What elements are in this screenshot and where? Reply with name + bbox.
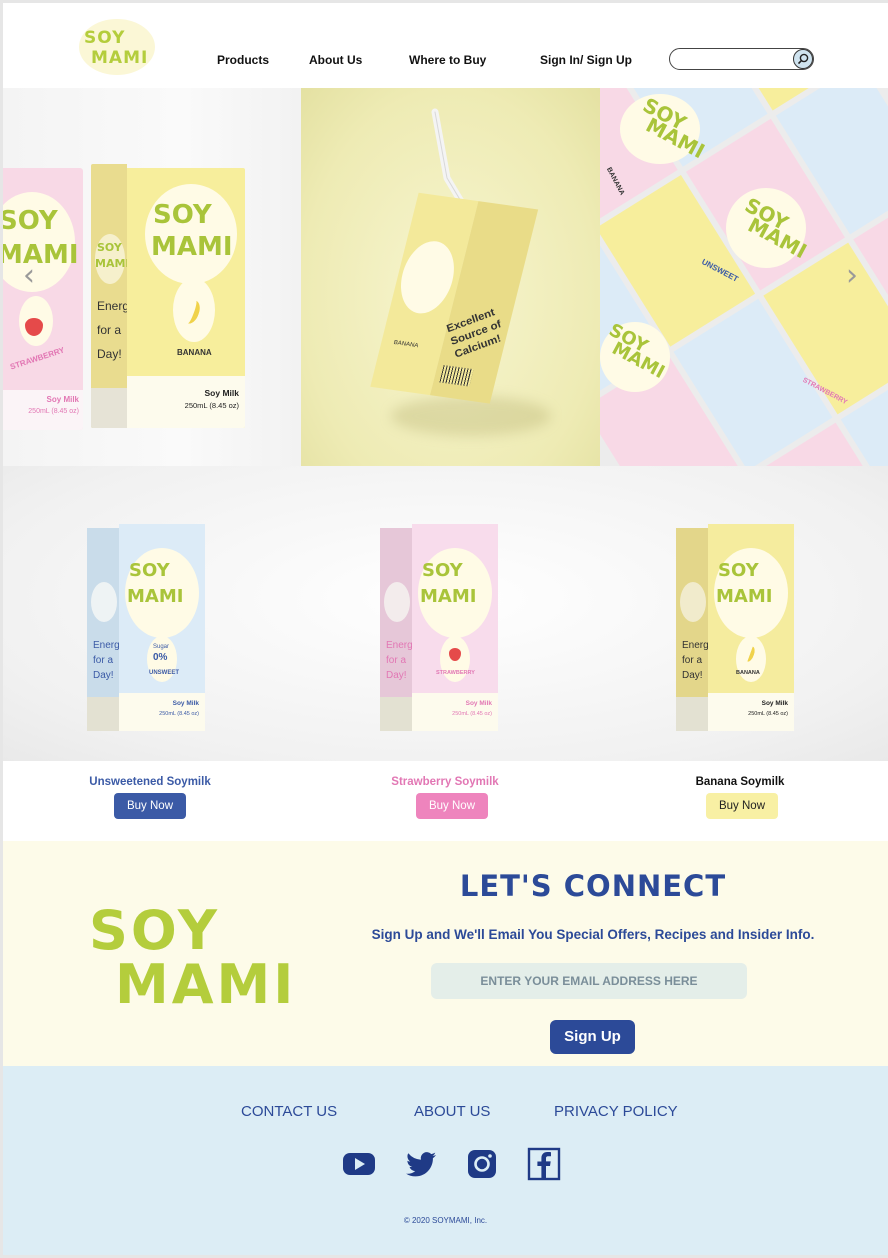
carousel-next-button[interactable]: › [846,258,858,293]
banana-flavor-label: BANANA [177,348,212,357]
size-label: 250mL (8.45 oz) [159,711,199,717]
soy-milk-label: Soy Milk [172,700,199,707]
product-name-unsweetened[interactable]: Unsweetened Soymilk [50,776,250,788]
footer-contact-us-link[interactable]: CONTACT US [241,1103,337,1120]
header: SOY MAMI Products About Us Where to Buy … [3,3,888,88]
nav-products[interactable]: Products [217,53,269,67]
soy-milk-label: Soy Milk [465,700,492,707]
size-label: 250mL (8.45 oz) [452,711,492,717]
products-section: Energy for a Day! SOY MAMI Sugar 0% UNSW… [3,466,888,761]
footer: CONTACT US ABOUT US PRIVACY POLICY © 202… [3,1066,888,1255]
strawberry-size-label: 250mL (8.45 oz) [28,408,79,415]
sugar-label: Sugar [153,644,170,650]
banana-side-tagline: Energy for a Day! [97,299,127,361]
connect-section: SOY MAMI LET'S CONNECT Sign Up and We'll… [3,841,888,1066]
email-input[interactable] [431,963,747,999]
buy-now-unsweetened-button[interactable]: Buy Now [114,793,186,819]
sugar-percent: 0% [153,652,168,663]
banana-size-label: 250mL (8.45 oz) [184,401,239,410]
soy-milk-label: Soy Milk [761,700,788,707]
carousel-prev-button[interactable]: ‹ [23,258,35,293]
nav-where-to-buy[interactable]: Where to Buy [409,53,486,67]
search-input[interactable] [678,52,790,66]
buy-now-strawberry-button[interactable]: Buy Now [416,793,488,819]
youtube-icon[interactable] [341,1146,377,1182]
logo-line-1: SOY [84,28,126,48]
banana-soy-milk-label: Soy Milk [204,388,239,398]
logo-large-line-2: MAMI [115,953,297,1016]
banana-carton: SOY MAMI BANANA Soy Milk 250mL (8.45 oz) [127,168,245,428]
size-label: 250mL (8.45 oz) [748,711,788,717]
product-tagline: Energy for a Day! [93,640,125,681]
flavor-label: STRAWBERRY [436,670,475,676]
strawberry-soy-milk-label: Soy Milk [46,395,79,404]
straw-carton: SOY MAMI Excellent Source of Calcium! BA… [368,192,539,414]
product-image-banana[interactable]: Energy for a Day! SOY MAMI BANANA Soy Mi… [676,524,794,731]
product-image-unsweetened[interactable]: Energy for a Day! SOY MAMI Sugar 0% UNSW… [87,524,205,731]
buy-now-banana-button[interactable]: Buy Now [706,793,778,819]
logo[interactable]: SOY MAMI [79,19,155,75]
strawberry-flavor-label: STRAWBERRY [8,345,66,372]
connect-subtitle: Sign Up and We'll Email You Special Offe… [371,927,815,942]
product-tagline: Energy for a Day! [682,640,714,681]
hero-slide-cartons: SOY MAMI STRAWBERRY Soy Milk 250mL (8.45… [3,88,301,466]
product-image-strawberry[interactable]: Energy for a Day! SOY MAMI STRAWBERRY So… [380,524,498,731]
nav-sign-in[interactable]: Sign In/ Sign Up [540,53,632,67]
search-box [669,48,814,70]
copyright-text: © 2020 SOYMAMI, Inc. [403,1216,488,1225]
search-button[interactable] [793,49,813,69]
footer-about-us-link[interactable]: ABOUT US [414,1103,490,1120]
banana-carton-side: SOY MAMI Energy for a Day! [91,164,127,428]
footer-privacy-policy-link[interactable]: PRIVACY POLICY [554,1103,678,1120]
product-name-strawberry[interactable]: Strawberry Soymilk [345,776,545,788]
hero-slide-straw: SOY MAMI Excellent Source of Calcium! BA… [301,88,600,466]
product-name-banana[interactable]: Banana Soymilk [640,776,840,788]
nav-about-us[interactable]: About Us [309,53,362,67]
sign-up-button[interactable]: Sign Up [550,1020,635,1054]
search-icon [797,53,809,65]
twitter-icon[interactable] [403,1146,439,1182]
connect-title: LET'S CONNECT [459,869,727,903]
strawberry-carton: SOY MAMI STRAWBERRY Soy Milk 250mL (8.45… [3,168,83,430]
hero-slide-pattern: SOY MAMI SOY MAMI UNSWEET SOY MAMI STRAW… [600,88,888,466]
product-tagline: Energy for a Day! [386,640,418,681]
instagram-icon[interactable] [464,1146,500,1182]
page: SOY MAMI Products About Us Where to Buy … [3,3,888,1255]
logo-line-2: MAMI [91,48,149,68]
facebook-icon[interactable] [526,1146,562,1182]
flavor-label: BANANA [736,670,760,676]
hero-carousel: SOY MAMI STRAWBERRY Soy Milk 250mL (8.45… [3,88,888,466]
flavor-label: UNSWEET [149,670,179,676]
